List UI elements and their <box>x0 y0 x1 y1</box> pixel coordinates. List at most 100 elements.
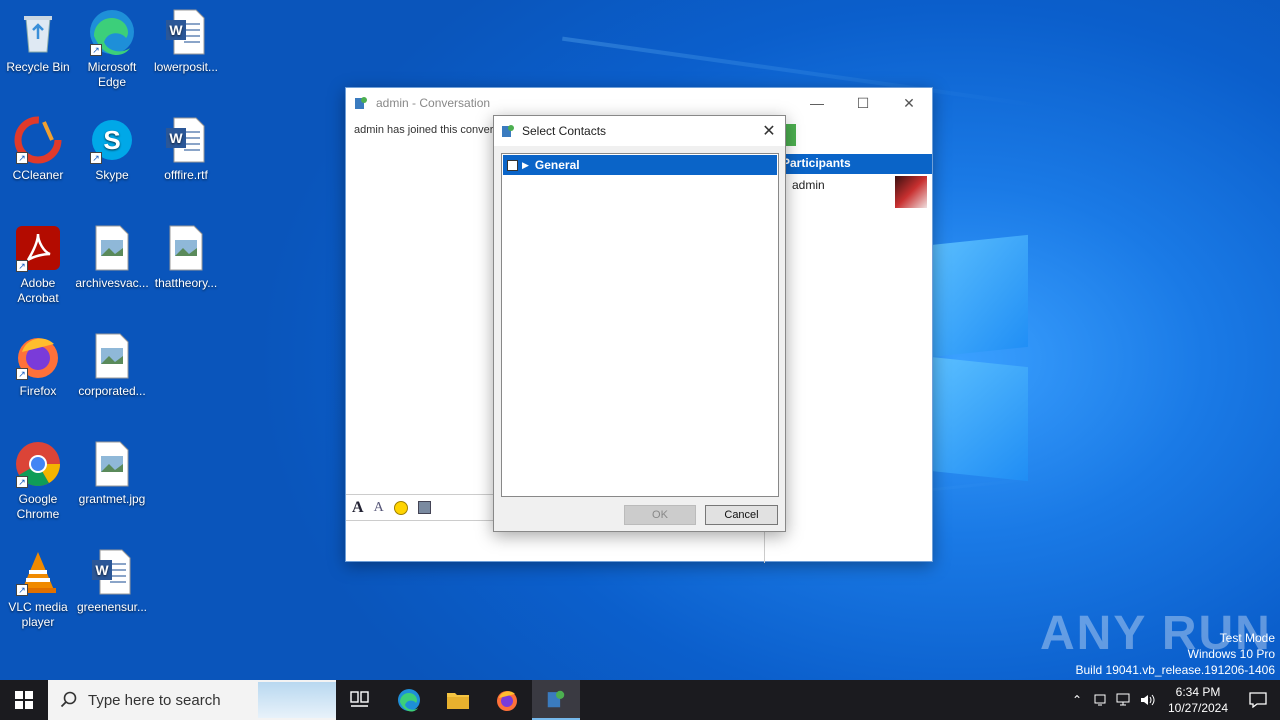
edge-icon: ↗ <box>88 8 136 56</box>
svg-text:W: W <box>169 22 183 38</box>
chrome-icon: ↗ <box>14 440 62 488</box>
clock-date: 10/27/2024 <box>1167 701 1229 715</box>
participant-avatar <box>895 176 927 208</box>
desktop-icon-vlc[interactable]: ↗ VLC media player <box>0 548 76 630</box>
cancel-button[interactable]: Cancel <box>705 505 778 525</box>
desktop-icon-label: Recycle Bin <box>6 60 70 74</box>
chevron-up-icon: ⌃ <box>1071 693 1083 707</box>
image-file-icon <box>162 224 210 272</box>
image-file-icon <box>88 332 136 380</box>
conversation-titlebar[interactable]: admin - Conversation — ☐ ✕ <box>346 88 932 118</box>
taskbar-file-explorer[interactable] <box>434 680 482 720</box>
expand-arrow-icon[interactable]: ▶ <box>522 160 529 171</box>
search-icon <box>60 691 77 708</box>
recycle-bin-icon <box>14 8 62 56</box>
windows-start-icon <box>15 691 33 709</box>
desktop-icon-label: Firefox <box>19 384 57 398</box>
image-file-icon <box>88 224 136 272</box>
desktop-icon-grantmet[interactable]: grantmet.jpg <box>74 440 150 507</box>
taskbar-conversation-app[interactable] <box>532 680 580 720</box>
desktop-icon-microsoft-edge[interactable]: ↗ Microsoft Edge <box>74 8 150 90</box>
group-label: General <box>534 158 580 172</box>
desktop-icon-label: CCleaner <box>12 168 64 182</box>
clock[interactable]: 6:34 PM 10/27/2024 <box>1160 680 1236 720</box>
watermark-line: Test Mode <box>1219 631 1275 645</box>
desktop-icon-corporated[interactable]: corporated... <box>74 332 150 399</box>
system-message: admin has joined this convers <box>354 124 499 136</box>
clock-time: 6:34 PM <box>1175 685 1221 699</box>
tray-volume-icon[interactable] <box>1136 680 1160 720</box>
dialog-titlebar[interactable]: Select Contacts ✕ <box>494 116 785 146</box>
desktop-icon-label: Microsoft Edge <box>87 60 137 89</box>
desktop-icon-greenensur[interactable]: W greenensur... <box>74 548 150 615</box>
ccleaner-icon: ↗ <box>14 116 62 164</box>
tray-device-icon[interactable] <box>1088 680 1112 720</box>
contacts-tree[interactable]: ▶ General <box>501 153 779 497</box>
font-icon[interactable]: A <box>352 499 364 517</box>
conversation-toolbar <box>786 120 934 152</box>
save-icon[interactable] <box>417 501 431 514</box>
svg-text:W: W <box>95 562 109 578</box>
task-view-button[interactable] <box>336 680 384 720</box>
ok-button[interactable]: OK <box>624 505 696 525</box>
image-file-icon <box>88 440 136 488</box>
desktop-icon-offfire[interactable]: W offfire.rtf <box>148 116 224 183</box>
app-icon <box>346 95 376 111</box>
desktop-icon-adobe-acrobat[interactable]: ↗ Adobe Acrobat <box>0 224 76 306</box>
font-color-icon[interactable]: A <box>374 500 384 516</box>
watermark-line: Windows 10 Pro <box>1187 647 1275 661</box>
action-center-button[interactable] <box>1236 680 1280 720</box>
emoticon-icon[interactable] <box>393 500 408 515</box>
tray-network-icon[interactable] <box>1112 680 1136 720</box>
participants-header: Participants <box>780 154 932 174</box>
watermark-line: Build 19041.vb_release.191206-1406 <box>1075 663 1276 677</box>
desktop-icon-label: Adobe Acrobat <box>17 276 59 305</box>
desktop-icon-recycle-bin[interactable]: Recycle Bin <box>0 8 76 75</box>
select-contacts-dialog[interactable]: Select Contacts ✕ ▶ General OK Cancel <box>493 115 786 532</box>
app-icon <box>547 690 565 708</box>
vlc-icon: ↗ <box>14 548 62 596</box>
add-participant-icon[interactable] <box>786 124 796 146</box>
show-hidden-icons-button[interactable]: ⌃ <box>1066 680 1088 720</box>
group-checkbox[interactable] <box>507 159 518 171</box>
test-mode-watermark: Test Mode Windows 10 Pro Build 19041.vb_… <box>1076 630 1276 678</box>
desktop-icon-label: VLC media player <box>8 600 68 629</box>
folder-icon <box>447 693 469 709</box>
minimize-button[interactable]: — <box>794 88 840 118</box>
acrobat-icon: ↗ <box>14 224 62 272</box>
skype-icon: S ↗ <box>88 116 136 164</box>
search-box[interactable]: Type here to search <box>48 680 336 720</box>
svg-text:S: S <box>103 125 120 155</box>
device-icon <box>1094 694 1106 706</box>
taskbar-edge[interactable] <box>384 680 434 720</box>
desktop-icon-firefox[interactable]: ↗ Firefox <box>0 332 76 399</box>
dialog-title: Select Contacts <box>522 124 607 138</box>
notification-icon <box>1249 692 1267 708</box>
desktop-icon-label: Google Chrome <box>16 492 60 521</box>
desktop-icon-label: archivesvac... <box>75 276 149 290</box>
taskbar-firefox[interactable] <box>482 680 532 720</box>
desktop-icon-thattheory[interactable]: thattheory... <box>148 224 224 291</box>
firefox-icon: ↗ <box>14 332 62 380</box>
maximize-button[interactable]: ☐ <box>840 88 886 118</box>
participant-name[interactable]: admin <box>792 178 825 192</box>
start-button[interactable] <box>0 680 48 720</box>
desktop-icon-skype[interactable]: S ↗ Skype <box>74 116 150 183</box>
desktop-icon-archivesvac[interactable]: archivesvac... <box>74 224 150 291</box>
group-item-general[interactable]: ▶ General <box>503 155 777 175</box>
word-doc-icon: W <box>162 116 210 164</box>
windows-logo-graphic <box>930 234 1030 482</box>
desktop-icon-google-chrome[interactable]: ↗ Google Chrome <box>0 440 76 522</box>
close-button[interactable]: ✕ <box>886 88 932 118</box>
search-placeholder: Type here to search <box>88 691 221 709</box>
desktop-icon-ccleaner[interactable]: ↗ CCleaner <box>0 116 76 183</box>
edge-icon <box>398 689 420 712</box>
desktop-icon-label: corporated... <box>78 384 146 398</box>
network-icon <box>1116 693 1130 706</box>
desktop-icon-label: offfire.rtf <box>164 168 208 182</box>
dialog-close-button[interactable]: ✕ <box>753 116 785 146</box>
volume-icon <box>1141 694 1155 706</box>
desktop-icon-lowerposit[interactable]: W lowerposit... <box>148 8 224 75</box>
desktop: Recycle Bin ↗ CCleaner ↗ Adobe Acrobat ↗… <box>0 0 1280 680</box>
word-doc-icon: W <box>88 548 136 596</box>
